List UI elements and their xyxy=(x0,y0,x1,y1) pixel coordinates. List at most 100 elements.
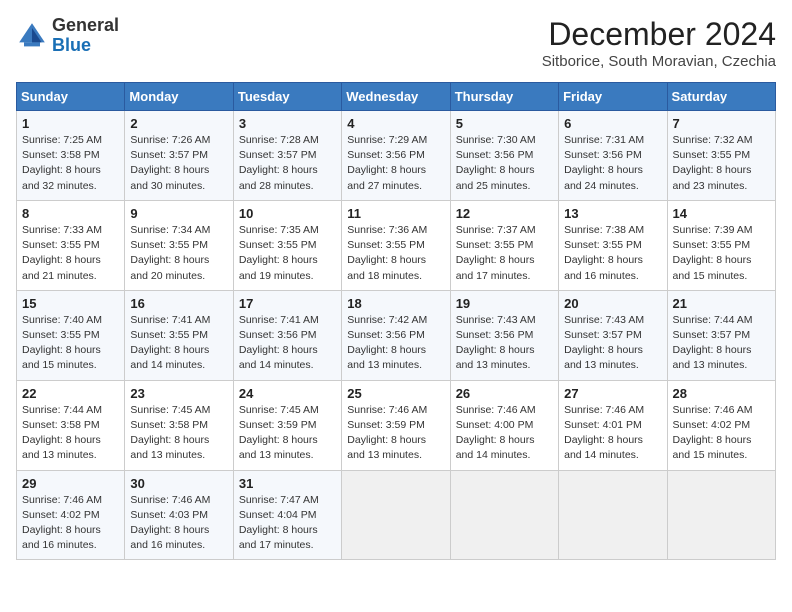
calendar-week-2: 8 Sunrise: 7:33 AM Sunset: 3:55 PM Dayli… xyxy=(17,200,776,290)
calendar-cell: 5 Sunrise: 7:30 AM Sunset: 3:56 PM Dayli… xyxy=(450,111,558,201)
logo-text: General Blue xyxy=(52,16,119,56)
calendar-cell xyxy=(342,470,450,560)
calendar-cell: 28 Sunrise: 7:46 AM Sunset: 4:02 PM Dayl… xyxy=(667,380,775,470)
month-title: December 2024 xyxy=(542,16,776,53)
calendar-cell: 23 Sunrise: 7:45 AM Sunset: 3:58 PM Dayl… xyxy=(125,380,233,470)
day-detail: Sunrise: 7:40 AM Sunset: 3:55 PM Dayligh… xyxy=(22,313,119,374)
page-header: General Blue December 2024 Sitborice, So… xyxy=(16,16,776,70)
day-detail: Sunrise: 7:28 AM Sunset: 3:57 PM Dayligh… xyxy=(239,133,336,194)
day-number: 22 xyxy=(22,386,119,401)
calendar-cell: 3 Sunrise: 7:28 AM Sunset: 3:57 PM Dayli… xyxy=(233,111,341,201)
calendar-cell: 20 Sunrise: 7:43 AM Sunset: 3:57 PM Dayl… xyxy=(559,290,667,380)
calendar-week-3: 15 Sunrise: 7:40 AM Sunset: 3:55 PM Dayl… xyxy=(17,290,776,380)
day-detail: Sunrise: 7:35 AM Sunset: 3:55 PM Dayligh… xyxy=(239,223,336,284)
day-detail: Sunrise: 7:46 AM Sunset: 4:02 PM Dayligh… xyxy=(673,403,770,464)
calendar-cell: 18 Sunrise: 7:42 AM Sunset: 3:56 PM Dayl… xyxy=(342,290,450,380)
day-number: 4 xyxy=(347,116,444,131)
day-number: 31 xyxy=(239,476,336,491)
weekday-header-sunday: Sunday xyxy=(17,83,125,111)
weekday-header-tuesday: Tuesday xyxy=(233,83,341,111)
day-detail: Sunrise: 7:36 AM Sunset: 3:55 PM Dayligh… xyxy=(347,223,444,284)
calendar-cell: 11 Sunrise: 7:36 AM Sunset: 3:55 PM Dayl… xyxy=(342,200,450,290)
calendar-cell: 22 Sunrise: 7:44 AM Sunset: 3:58 PM Dayl… xyxy=(17,380,125,470)
calendar-cell: 14 Sunrise: 7:39 AM Sunset: 3:55 PM Dayl… xyxy=(667,200,775,290)
day-number: 15 xyxy=(22,296,119,311)
day-number: 1 xyxy=(22,116,119,131)
day-number: 10 xyxy=(239,206,336,221)
calendar-cell: 15 Sunrise: 7:40 AM Sunset: 3:55 PM Dayl… xyxy=(17,290,125,380)
day-detail: Sunrise: 7:29 AM Sunset: 3:56 PM Dayligh… xyxy=(347,133,444,194)
day-detail: Sunrise: 7:41 AM Sunset: 3:56 PM Dayligh… xyxy=(239,313,336,374)
calendar-table: SundayMondayTuesdayWednesdayThursdayFrid… xyxy=(16,82,776,560)
day-detail: Sunrise: 7:44 AM Sunset: 3:57 PM Dayligh… xyxy=(673,313,770,374)
weekday-header-row: SundayMondayTuesdayWednesdayThursdayFrid… xyxy=(17,83,776,111)
day-detail: Sunrise: 7:32 AM Sunset: 3:55 PM Dayligh… xyxy=(673,133,770,194)
day-detail: Sunrise: 7:43 AM Sunset: 3:56 PM Dayligh… xyxy=(456,313,553,374)
day-detail: Sunrise: 7:43 AM Sunset: 3:57 PM Dayligh… xyxy=(564,313,661,374)
day-number: 12 xyxy=(456,206,553,221)
calendar-cell: 17 Sunrise: 7:41 AM Sunset: 3:56 PM Dayl… xyxy=(233,290,341,380)
day-detail: Sunrise: 7:33 AM Sunset: 3:55 PM Dayligh… xyxy=(22,223,119,284)
day-number: 11 xyxy=(347,206,444,221)
day-number: 3 xyxy=(239,116,336,131)
calendar-cell: 12 Sunrise: 7:37 AM Sunset: 3:55 PM Dayl… xyxy=(450,200,558,290)
day-number: 16 xyxy=(130,296,227,311)
logo-icon xyxy=(16,20,48,52)
day-number: 9 xyxy=(130,206,227,221)
day-number: 6 xyxy=(564,116,661,131)
day-detail: Sunrise: 7:46 AM Sunset: 4:03 PM Dayligh… xyxy=(130,493,227,554)
calendar-cell: 16 Sunrise: 7:41 AM Sunset: 3:55 PM Dayl… xyxy=(125,290,233,380)
calendar-cell: 31 Sunrise: 7:47 AM Sunset: 4:04 PM Dayl… xyxy=(233,470,341,560)
day-detail: Sunrise: 7:44 AM Sunset: 3:58 PM Dayligh… xyxy=(22,403,119,464)
day-detail: Sunrise: 7:31 AM Sunset: 3:56 PM Dayligh… xyxy=(564,133,661,194)
weekday-header-wednesday: Wednesday xyxy=(342,83,450,111)
day-detail: Sunrise: 7:47 AM Sunset: 4:04 PM Dayligh… xyxy=(239,493,336,554)
day-number: 13 xyxy=(564,206,661,221)
day-number: 25 xyxy=(347,386,444,401)
calendar-cell: 30 Sunrise: 7:46 AM Sunset: 4:03 PM Dayl… xyxy=(125,470,233,560)
calendar-cell: 24 Sunrise: 7:45 AM Sunset: 3:59 PM Dayl… xyxy=(233,380,341,470)
title-block: December 2024 Sitborice, South Moravian,… xyxy=(542,16,776,70)
calendar-cell: 13 Sunrise: 7:38 AM Sunset: 3:55 PM Dayl… xyxy=(559,200,667,290)
calendar-cell: 7 Sunrise: 7:32 AM Sunset: 3:55 PM Dayli… xyxy=(667,111,775,201)
location-subtitle: Sitborice, South Moravian, Czechia xyxy=(542,53,776,70)
day-detail: Sunrise: 7:34 AM Sunset: 3:55 PM Dayligh… xyxy=(130,223,227,284)
calendar-cell: 4 Sunrise: 7:29 AM Sunset: 3:56 PM Dayli… xyxy=(342,111,450,201)
day-number: 19 xyxy=(456,296,553,311)
calendar-cell: 29 Sunrise: 7:46 AM Sunset: 4:02 PM Dayl… xyxy=(17,470,125,560)
day-number: 14 xyxy=(673,206,770,221)
calendar-cell: 6 Sunrise: 7:31 AM Sunset: 3:56 PM Dayli… xyxy=(559,111,667,201)
day-detail: Sunrise: 7:45 AM Sunset: 3:58 PM Dayligh… xyxy=(130,403,227,464)
calendar-cell: 8 Sunrise: 7:33 AM Sunset: 3:55 PM Dayli… xyxy=(17,200,125,290)
calendar-cell: 2 Sunrise: 7:26 AM Sunset: 3:57 PM Dayli… xyxy=(125,111,233,201)
calendar-cell xyxy=(667,470,775,560)
day-detail: Sunrise: 7:38 AM Sunset: 3:55 PM Dayligh… xyxy=(564,223,661,284)
day-detail: Sunrise: 7:37 AM Sunset: 3:55 PM Dayligh… xyxy=(456,223,553,284)
day-number: 29 xyxy=(22,476,119,491)
calendar-cell xyxy=(450,470,558,560)
calendar-week-1: 1 Sunrise: 7:25 AM Sunset: 3:58 PM Dayli… xyxy=(17,111,776,201)
day-number: 26 xyxy=(456,386,553,401)
calendar-cell: 25 Sunrise: 7:46 AM Sunset: 3:59 PM Dayl… xyxy=(342,380,450,470)
calendar-cell: 26 Sunrise: 7:46 AM Sunset: 4:00 PM Dayl… xyxy=(450,380,558,470)
day-detail: Sunrise: 7:26 AM Sunset: 3:57 PM Dayligh… xyxy=(130,133,227,194)
day-number: 5 xyxy=(456,116,553,131)
day-detail: Sunrise: 7:42 AM Sunset: 3:56 PM Dayligh… xyxy=(347,313,444,374)
calendar-cell: 19 Sunrise: 7:43 AM Sunset: 3:56 PM Dayl… xyxy=(450,290,558,380)
day-number: 18 xyxy=(347,296,444,311)
day-number: 17 xyxy=(239,296,336,311)
day-number: 27 xyxy=(564,386,661,401)
day-number: 23 xyxy=(130,386,227,401)
day-number: 7 xyxy=(673,116,770,131)
calendar-cell: 27 Sunrise: 7:46 AM Sunset: 4:01 PM Dayl… xyxy=(559,380,667,470)
calendar-week-5: 29 Sunrise: 7:46 AM Sunset: 4:02 PM Dayl… xyxy=(17,470,776,560)
day-number: 30 xyxy=(130,476,227,491)
day-detail: Sunrise: 7:25 AM Sunset: 3:58 PM Dayligh… xyxy=(22,133,119,194)
day-detail: Sunrise: 7:46 AM Sunset: 3:59 PM Dayligh… xyxy=(347,403,444,464)
calendar-week-4: 22 Sunrise: 7:44 AM Sunset: 3:58 PM Dayl… xyxy=(17,380,776,470)
day-number: 8 xyxy=(22,206,119,221)
logo: General Blue xyxy=(16,16,119,56)
weekday-header-monday: Monday xyxy=(125,83,233,111)
day-detail: Sunrise: 7:30 AM Sunset: 3:56 PM Dayligh… xyxy=(456,133,553,194)
day-number: 24 xyxy=(239,386,336,401)
